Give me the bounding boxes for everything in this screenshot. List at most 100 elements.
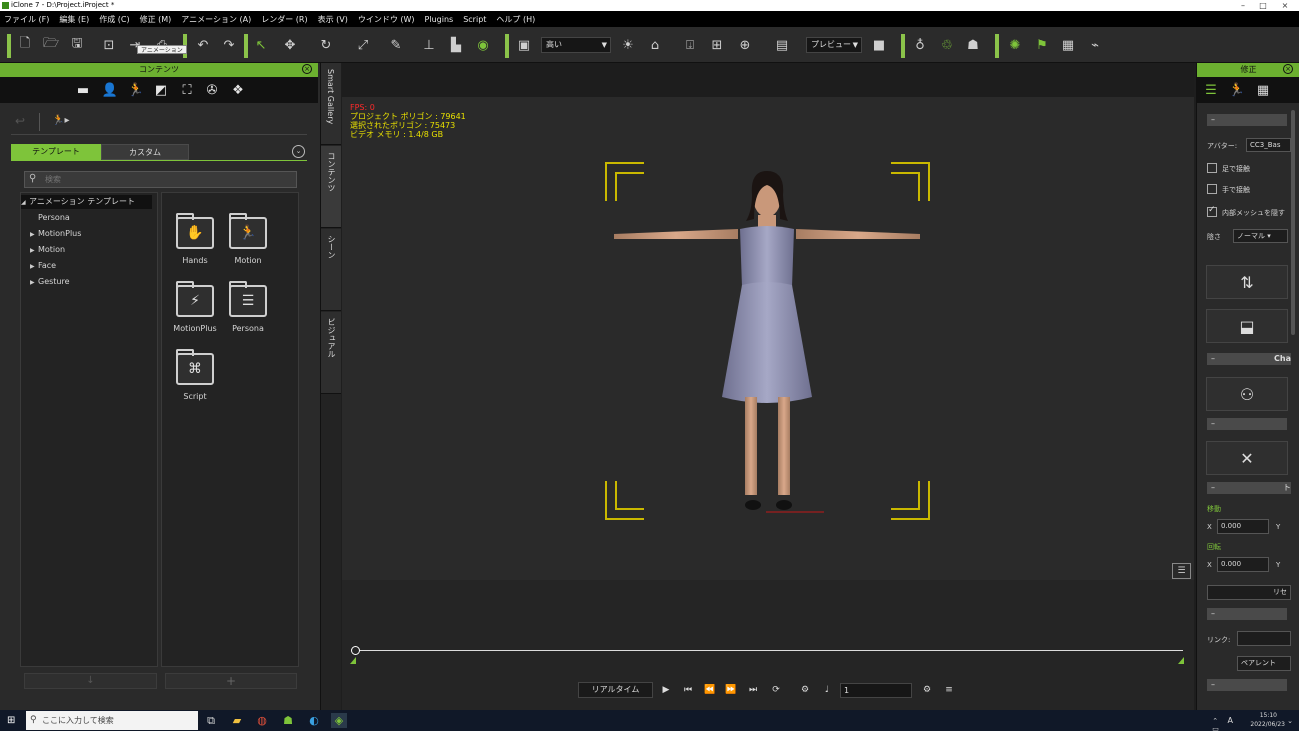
menu-render[interactable]: レンダー (R)	[261, 14, 307, 25]
iclone-app-icon[interactable]: ◈	[331, 713, 347, 728]
3d-viewport[interactable]	[342, 97, 1194, 580]
menu-edit[interactable]: 編集 (E)	[59, 14, 89, 25]
new-file-icon[interactable]: 🗋	[16, 36, 34, 54]
character-creator-icon[interactable]: ♲	[938, 36, 956, 54]
attributes-tab-icon[interactable]: ☰	[1201, 81, 1221, 99]
chrome-icon[interactable]: ◍	[254, 713, 270, 728]
maximize-button[interactable]: □	[1253, 0, 1273, 11]
motion-live-icon[interactable]: ✺	[1006, 36, 1024, 54]
frame-selected-icon[interactable]: ⊞	[708, 36, 726, 54]
close-icon[interactable]: ×	[302, 64, 312, 74]
rotate-x-input[interactable]: 0.000	[1217, 557, 1269, 572]
realtime-dropdown[interactable]: リアルタイム	[578, 682, 653, 698]
tree-item-motionplus[interactable]: ▶ MotionPlus	[30, 227, 81, 241]
tab-content[interactable]: コンテンツ	[321, 146, 341, 228]
snap-icon[interactable]: ▙	[447, 36, 465, 54]
tray-icons[interactable]: ⌃ ▭ 🔊	[1212, 717, 1221, 731]
motion-tab-icon[interactable]: 🏃	[1227, 81, 1247, 99]
character-settings-button[interactable]: ⚇	[1206, 377, 1288, 411]
flag-icon[interactable]: ⚑	[1033, 36, 1051, 54]
menu-create[interactable]: 作成 (C)	[99, 14, 129, 25]
project-tab-icon[interactable]: ▬	[74, 81, 92, 99]
search-input[interactable]	[45, 173, 285, 186]
add-button[interactable]: +	[165, 673, 297, 689]
tree-item-persona[interactable]: Persona	[38, 211, 70, 225]
material-tab-icon[interactable]: ▦	[1253, 81, 1273, 99]
skip-end-icon[interactable]: ⏭	[746, 683, 760, 697]
folder-motion[interactable]: 🏃 Motion	[223, 213, 273, 277]
preview-select[interactable]: プレビュー ▼	[806, 37, 862, 53]
pipette-icon[interactable]: ⌁	[1086, 36, 1104, 54]
redo-icon[interactable]: ↷	[220, 36, 238, 54]
menu-window[interactable]: ウインドウ (W)	[358, 14, 415, 25]
menu-help[interactable]: ヘルプ (H)	[496, 14, 535, 25]
tab-visual[interactable]: ビジュアル	[321, 312, 341, 394]
section-collapse-1[interactable]: –	[1207, 114, 1287, 126]
tree-item-face[interactable]: ▶ Face	[30, 259, 56, 273]
foot-contact-checkbox[interactable]	[1207, 163, 1217, 173]
layout-icon[interactable]: ▣	[515, 36, 533, 54]
rotate-icon[interactable]: ↻	[317, 36, 335, 54]
open-folder-icon[interactable]: 🗁	[42, 36, 60, 54]
tab-custom[interactable]: カスタム	[101, 144, 189, 160]
skip-start-icon[interactable]: ⏮	[681, 683, 695, 697]
select-arrow-icon[interactable]: ↖	[252, 36, 270, 54]
render-layer-icon[interactable]: ▤	[773, 36, 791, 54]
tree-root[interactable]: ◢ アニメーション テンプレート	[21, 195, 152, 209]
next-frame-icon[interactable]: ⏩	[724, 683, 738, 697]
light-icon[interactable]: ☀	[619, 36, 637, 54]
download-button[interactable]: ↓	[24, 673, 157, 689]
stage-tab-icon[interactable]: ◩	[152, 81, 170, 99]
video-camera-icon[interactable]: ■	[870, 36, 888, 54]
media-tab-icon[interactable]: ✇	[203, 81, 221, 99]
hand-contact-checkbox[interactable]	[1207, 184, 1217, 194]
animation-tab-icon[interactable]: 🏃	[127, 81, 145, 99]
link-field[interactable]	[1237, 631, 1291, 646]
previous-frame-icon[interactable]: ⏪	[703, 683, 717, 697]
timeline-handle[interactable]	[351, 646, 360, 655]
section-cha[interactable]: – Cha	[1207, 353, 1291, 365]
ground-button[interactable]: ⬓	[1206, 309, 1288, 343]
move-icon[interactable]: ✥	[281, 36, 299, 54]
parent-button[interactable]: ペアレント	[1237, 656, 1291, 671]
menu-view[interactable]: 表示 (V)	[318, 14, 348, 25]
timeline-slider[interactable]	[355, 650, 1183, 651]
move-x-input[interactable]: 0.000	[1217, 519, 1269, 534]
notification-icon[interactable]: ⌄	[1287, 717, 1293, 725]
section-collapse-4[interactable]: –	[1207, 679, 1287, 691]
play-icon[interactable]: ▶	[659, 683, 673, 697]
pose-button[interactable]: ⇅	[1206, 265, 1288, 299]
menu-file[interactable]: ファイル (F)	[4, 14, 49, 25]
ime-indicator[interactable]: A	[1228, 716, 1233, 725]
character-creator-app-icon[interactable]: ☗	[280, 713, 296, 728]
home-camera-icon[interactable]: ⌂	[646, 36, 664, 54]
close-button[interactable]: ×	[1275, 0, 1295, 11]
timeline-settings-icon[interactable]: ⚙	[798, 683, 812, 697]
quality-select[interactable]: 高い ▼	[541, 37, 611, 53]
frame-input[interactable]: 1	[840, 683, 912, 698]
menu-plugins[interactable]: Plugins	[425, 15, 454, 24]
close-icon[interactable]: ×	[1283, 64, 1293, 74]
set-tab-icon[interactable]: ⛶	[178, 81, 196, 99]
windows-start-icon[interactable]: ⊞	[7, 715, 18, 726]
tree-item-motion[interactable]: ▶ Motion	[30, 243, 65, 257]
file-explorer-icon[interactable]: ▰	[229, 713, 245, 728]
undo-icon[interactable]: ↶	[194, 36, 212, 54]
avatar-field[interactable]: CC3_Bas	[1246, 138, 1291, 152]
section-transform[interactable]: – ト	[1207, 482, 1291, 494]
camera-view-icon[interactable]: ⊕	[736, 36, 754, 54]
save-icon[interactable]: 🖫	[68, 36, 86, 54]
menu-modify[interactable]: 修正 (M)	[140, 14, 172, 25]
headshot-icon[interactable]: ♁	[911, 36, 929, 54]
menu-animation[interactable]: アニメーション (A)	[181, 14, 251, 25]
range-end-marker[interactable]	[1178, 657, 1184, 664]
scale-icon[interactable]: ⤢	[354, 36, 372, 54]
minimize-button[interactable]: –	[1233, 0, 1253, 11]
loop-icon[interactable]: ⟳	[769, 683, 783, 697]
scrollbar[interactable]	[1291, 110, 1295, 335]
content-search[interactable]: ⚲	[24, 171, 297, 188]
folder-script[interactable]: ⌘ Script	[170, 349, 220, 413]
folder-motionplus[interactable]: ⚡ MotionPlus	[170, 281, 220, 345]
visibility-eye-icon[interactable]: ◉	[474, 36, 492, 54]
section-collapse-3[interactable]: –	[1207, 608, 1287, 620]
